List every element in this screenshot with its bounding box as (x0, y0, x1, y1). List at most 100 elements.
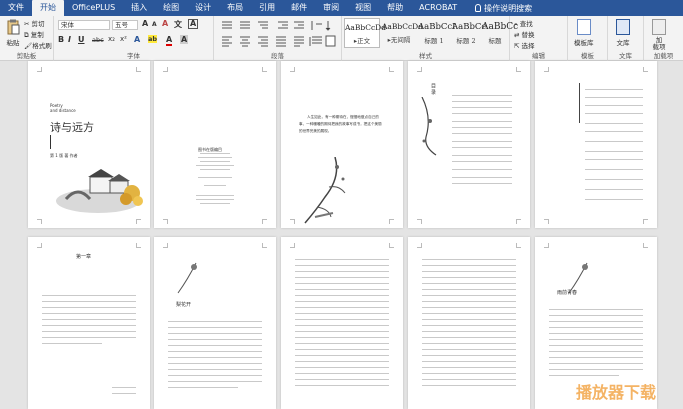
style-title[interactable]: AaBbCc 标题 (482, 18, 519, 48)
select-label: 选择 (521, 42, 535, 50)
ribbon: 粘贴 ✂ 剪切 ⧉ 复制 🖌格式刷 剪贴板 宋体 五号 A A A 文 A B … (0, 16, 683, 61)
doc-label: 文库 (616, 39, 630, 47)
toc-rule (579, 83, 580, 123)
tab-draw[interactable]: 绘图 (155, 0, 187, 16)
page-1[interactable]: Poetry and distance 诗与远方 第 1 版 著 作者 (28, 61, 150, 228)
tab-acrobat[interactable]: ACROBAT (411, 0, 465, 16)
template-library-button[interactable]: 模板库 (574, 19, 594, 47)
tab-help[interactable]: 帮助 (379, 0, 411, 16)
replace-button[interactable]: ⇄ 替换 (514, 29, 535, 39)
font-family-select[interactable]: 宋体 (58, 20, 110, 30)
paste-button[interactable]: 粘贴 (4, 19, 22, 47)
tab-review[interactable]: 审阅 (315, 0, 347, 16)
clipboard-group-label: 剪贴板 (16, 52, 37, 60)
editing-group-label: 编辑 (532, 52, 545, 60)
tab-officeplus[interactable]: OfficePLUS (64, 0, 123, 16)
page-2[interactable]: 图书在版编目 (154, 61, 276, 228)
tab-home[interactable]: 开始 (32, 0, 64, 16)
tab-layout[interactable]: 布局 (219, 0, 251, 16)
tab-insert[interactable]: 插入 (123, 0, 155, 16)
clear-format-button[interactable]: A (162, 19, 168, 28)
page-9[interactable] (408, 237, 530, 409)
superscript-button[interactable]: x² (120, 35, 127, 43)
addin-button[interactable]: 加 载项 (652, 19, 666, 51)
tab-view[interactable]: 视图 (347, 0, 379, 16)
subscript-button[interactable]: x₂ (108, 35, 115, 43)
find-button[interactable]: ⌕ 查找 (514, 18, 533, 29)
strikethrough-button[interactable]: abc (92, 36, 104, 44)
page-7[interactable]: 梨花开 (154, 237, 276, 409)
style-heading-1[interactable]: AaBbCcI 标题 1 (418, 18, 456, 48)
italic-button[interactable]: I (68, 35, 71, 44)
scissors-icon: ✂ (24, 20, 30, 28)
cover-illustration (56, 169, 143, 213)
style-name: 标题 2 (456, 37, 476, 45)
tab-references[interactable]: 引用 (251, 0, 283, 16)
chapter-title-pear: 梨花开 (176, 302, 192, 308)
addin-label: 加 载项 (652, 36, 666, 51)
font-size-select[interactable]: 五号 (112, 20, 138, 30)
lightbulb-icon (475, 4, 482, 12)
clipboard-group: 粘贴 ✂ 剪切 ⧉ 复制 🖌格式刷 剪贴板 (0, 16, 54, 61)
select-button[interactable]: ⇱ 选择 (514, 40, 535, 50)
style-normal[interactable]: AaBbCcDd ▸正文 (344, 18, 386, 48)
editing-group: ⌕ 查找 ⇄ 替换 ⇱ 选择 编辑 (510, 16, 568, 61)
page-3[interactable]: 人生如此，有一种期待在，慢慢地做点自己的 事，一种暖暖的期待把我的故事写成书，把… (281, 61, 403, 228)
tab-mailings[interactable]: 邮件 (283, 0, 315, 16)
chapter-one-title: 第一章 (76, 254, 92, 260)
ink-branch-illustration (304, 157, 346, 224)
char-shading-button[interactable]: A (180, 35, 189, 44)
tab-file[interactable]: 文件 (0, 0, 32, 16)
increase-indent-icon (294, 21, 304, 29)
style-name: ▸正文 (353, 37, 371, 45)
style-sample: AaBbCc (482, 22, 519, 32)
bold-button[interactable]: B (58, 35, 64, 44)
bullets-icon (222, 21, 232, 29)
doc-group: 文库 文库 (608, 16, 644, 61)
highlight-button[interactable]: ab (148, 35, 158, 43)
preface-line-3: 的世界完美的展现。 (299, 129, 332, 133)
doc-library-button[interactable]: 文库 (616, 19, 630, 47)
multilevel-icon (258, 21, 268, 29)
align-left-icon (222, 36, 232, 47)
page-4[interactable]: 目 录 (408, 61, 530, 228)
underline-button[interactable]: U (78, 35, 85, 44)
template-label: 模板库 (574, 39, 594, 47)
styles-group-label: 样式 (419, 52, 432, 60)
align-right-icon (258, 36, 268, 47)
copy-icon: ⧉ (24, 31, 29, 39)
document-area[interactable]: Poetry and distance 诗与远方 第 1 版 著 作者 图书在版… (0, 61, 683, 409)
page-5[interactable] (535, 61, 657, 228)
phonetic-guide-button[interactable]: 文 (174, 19, 182, 30)
font-color-button[interactable]: A (166, 35, 173, 46)
cover-title: 诗与远方 (50, 121, 94, 134)
grow-font-button[interactable]: A (142, 19, 148, 28)
text-effects-button[interactable]: A (134, 35, 140, 44)
paragraph-tools[interactable] (214, 18, 342, 52)
format-painter-button[interactable]: 🖌格式刷 (24, 40, 52, 50)
shading-icon (325, 35, 336, 47)
toc-title: 目 录 (430, 83, 436, 95)
replace-label: 替换 (521, 31, 535, 39)
addin-group: 加 载项 加载项 (644, 16, 683, 61)
search-icon: ⌕ (514, 20, 518, 28)
doc-group-label: 文库 (619, 52, 632, 60)
ink-branch-illustration (421, 97, 437, 156)
tab-design[interactable]: 设计 (187, 0, 219, 16)
style-heading-2[interactable]: AaBbCc 标题 2 (452, 18, 486, 48)
style-name: ▸无间隔 (387, 36, 411, 44)
page-8[interactable] (281, 237, 403, 409)
watermark-logo: 播放器下载 (576, 383, 657, 402)
cut-button[interactable]: ✂ 剪切 (24, 18, 45, 28)
chapter-title-youth: 雨前青春 (557, 290, 578, 296)
page-6[interactable]: 第一章 (28, 237, 150, 409)
preface-line-1: 人生如此，有一种期待在，慢慢地做点自己的 (307, 115, 379, 119)
shrink-font-button[interactable]: A (152, 21, 157, 28)
ink-flower-illustration (177, 262, 197, 294)
char-border-button[interactable]: A (188, 19, 199, 29)
styles-group: AaBbCcDd ▸正文 AaBbCcDd ▸无间隔 AaBbCcI 标题 1 AaB… (342, 16, 519, 61)
copy-button[interactable]: ⧉ 复制 (24, 29, 44, 40)
tell-me-search[interactable]: 操作说明搜索 (465, 3, 532, 14)
justify-icon (276, 36, 286, 47)
style-no-spacing[interactable]: AaBbCcDd ▸无间隔 (382, 18, 423, 48)
